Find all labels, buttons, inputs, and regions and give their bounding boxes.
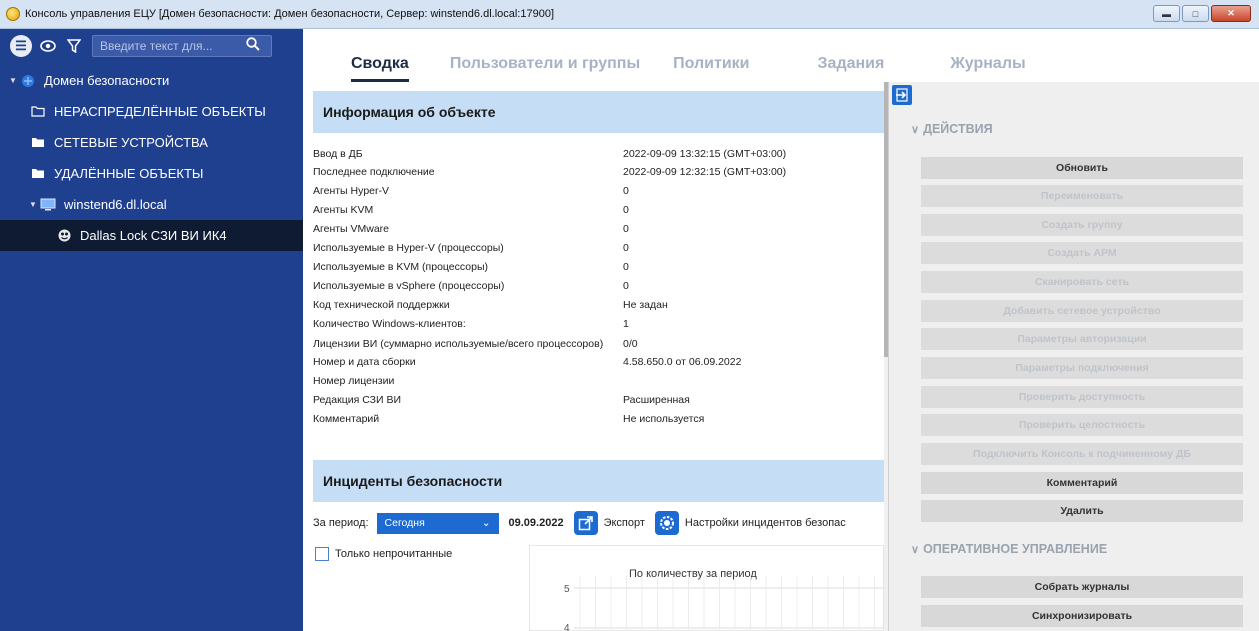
- object-info-header: Информация об объекте: [313, 91, 884, 133]
- actions-panel: ∨ ДЕЙСТВИЯ Обновить Переименовать Создать…: [888, 82, 1259, 631]
- summary-panel: Информация об объекте Ввод в ДБ 2022-09-0…: [303, 82, 884, 631]
- period-select[interactable]: Сегодня ⌄: [376, 512, 499, 534]
- menu-icon[interactable]: ☰: [10, 35, 32, 57]
- period-label: За период:: [313, 517, 369, 529]
- search-icon[interactable]: [246, 37, 260, 55]
- check-availability-button[interactable]: Проверить доступность: [921, 386, 1243, 408]
- tree-item-dallas-lock[interactable]: Dallas Lock СЗИ ВИ ИК4: [0, 220, 303, 251]
- create-workstation-button[interactable]: Создать АРМ: [921, 242, 1243, 264]
- main-tabs: Сводка Пользователи и группы Политики За…: [303, 29, 1259, 82]
- folder-icon: [29, 168, 47, 179]
- delete-button[interactable]: Удалить: [921, 500, 1243, 522]
- export-button[interactable]: Экспорт: [604, 517, 645, 529]
- incidents-header: Инциденты безопасности: [313, 460, 884, 502]
- chart-grid: 5 4: [564, 576, 884, 631]
- incidents-chart: По количеству за период 5 4: [529, 545, 884, 631]
- tree-item-network-devices[interactable]: СЕТЕВЫЕ УСТРОЙСТВА: [0, 127, 303, 158]
- expand-arrow-icon[interactable]: ▼: [29, 200, 39, 209]
- maximize-button[interactable]: □: [1182, 5, 1209, 22]
- only-unread-label: Только непрочитанные: [335, 548, 453, 560]
- tab-policies[interactable]: Политики: [673, 55, 749, 82]
- minimize-button[interactable]: ▬: [1153, 5, 1180, 22]
- eye-icon[interactable]: [38, 36, 58, 56]
- tree-search: [92, 35, 272, 57]
- incidents-toolbar: За период: Сегодня ⌄ 09.09.2022 Экспорт …: [313, 508, 846, 538]
- collect-logs-button[interactable]: Собрать журналы: [921, 576, 1243, 598]
- chevron-down-icon: ∨: [911, 544, 920, 556]
- tree-item-label: НЕРАСПРЕДЕЛЁННЫЕ ОБЪЕКТЫ: [54, 104, 266, 119]
- navigation-sidebar: ☰ ▼ Домен безопасности НЕРАСПРЕДЕЛЁННЫЕ: [0, 29, 303, 631]
- tree-item-server[interactable]: ▼ winstend6.dl.local: [0, 189, 303, 220]
- app-shield-icon: [6, 7, 20, 21]
- only-unread-checkbox[interactable]: Только непрочитанные: [315, 547, 452, 561]
- y-tick-label: 4: [564, 623, 570, 631]
- chevron-down-icon: ⌄: [481, 517, 491, 529]
- window-titlebar: Консоль управления ЕЦУ [Домен безопаснос…: [0, 0, 1259, 29]
- operational-group-title[interactable]: ∨ ОПЕРАТИВНОЕ УПРАВЛЕНИЕ: [911, 542, 1107, 556]
- window-title: Консоль управления ЕЦУ [Домен безопаснос…: [25, 8, 555, 20]
- tree-item-label: СЕТЕВЫЕ УСТРОЙСТВА: [54, 135, 208, 150]
- tree-item-unassigned-objects[interactable]: НЕРАСПРЕДЕЛЁННЫЕ ОБЪЕКТЫ: [0, 96, 303, 127]
- incident-settings-button[interactable]: Настройки инцидентов безопас: [685, 517, 846, 529]
- close-button[interactable]: ✕: [1211, 5, 1251, 22]
- synchronize-button[interactable]: Синхронизировать: [921, 605, 1243, 627]
- add-network-device-button[interactable]: Добавить сетевое устройство: [921, 300, 1243, 322]
- tab-tasks[interactable]: Задания: [818, 55, 885, 82]
- folder-icon: [29, 137, 47, 148]
- tree-item-security-domain[interactable]: ▼ Домен безопасности: [0, 65, 303, 96]
- create-group-button[interactable]: Создать группу: [921, 214, 1243, 236]
- tree-item-label: Dallas Lock СЗИ ВИ ИК4: [80, 228, 227, 243]
- connection-parameters-button[interactable]: Параметры подключения: [921, 357, 1243, 379]
- window-controls: ▬ □ ✕: [1153, 5, 1251, 22]
- gear-icon[interactable]: [654, 511, 679, 535]
- tree-item-label: winstend6.dl.local: [64, 197, 167, 212]
- folder-outline-icon: [29, 106, 47, 117]
- rename-button[interactable]: Переименовать: [921, 185, 1243, 207]
- export-icon[interactable]: [573, 511, 598, 535]
- connect-console-button[interactable]: Подключить Консоль к подчиненному ДБ: [921, 443, 1243, 465]
- computer-icon: [39, 198, 57, 211]
- refresh-button[interactable]: Обновить: [921, 157, 1243, 179]
- collapse-panel-icon[interactable]: [892, 85, 912, 105]
- expand-arrow-icon[interactable]: ▼: [9, 76, 19, 85]
- check-integrity-button[interactable]: Проверить целостность: [921, 414, 1243, 436]
- tree-item-label: Домен безопасности: [44, 73, 170, 88]
- scan-network-button[interactable]: Сканировать сеть: [921, 271, 1243, 293]
- tab-users-groups[interactable]: Пользователи и группы: [450, 55, 640, 82]
- y-tick-label: 5: [564, 584, 570, 595]
- object-tree: ▼ Домен безопасности НЕРАСПРЕДЕЛЁННЫЕ ОБ…: [0, 65, 303, 251]
- sidebar-toolbar: ☰: [0, 29, 303, 63]
- tree-item-label: УДАЛЁННЫЕ ОБЪЕКТЫ: [54, 166, 204, 181]
- tab-summary[interactable]: Сводка: [351, 55, 409, 82]
- tab-logs[interactable]: Журналы: [950, 55, 1025, 82]
- checkbox-box[interactable]: [315, 547, 329, 561]
- comment-button[interactable]: Комментарий: [921, 472, 1243, 494]
- domain-icon: [19, 74, 37, 88]
- chevron-down-icon: ∨: [911, 124, 920, 136]
- period-date: 09.09.2022: [508, 517, 564, 529]
- auth-parameters-button[interactable]: Параметры авторизации: [921, 328, 1243, 350]
- tree-item-remote-objects[interactable]: УДАЛЁННЫЕ ОБЪЕКТЫ: [0, 158, 303, 189]
- search-input[interactable]: [100, 39, 240, 53]
- dallas-lock-icon: [55, 229, 73, 242]
- vertical-grid: [579, 576, 875, 631]
- filter-icon[interactable]: [64, 36, 84, 56]
- actions-group-title[interactable]: ∨ ДЕЙСТВИЯ: [911, 122, 993, 136]
